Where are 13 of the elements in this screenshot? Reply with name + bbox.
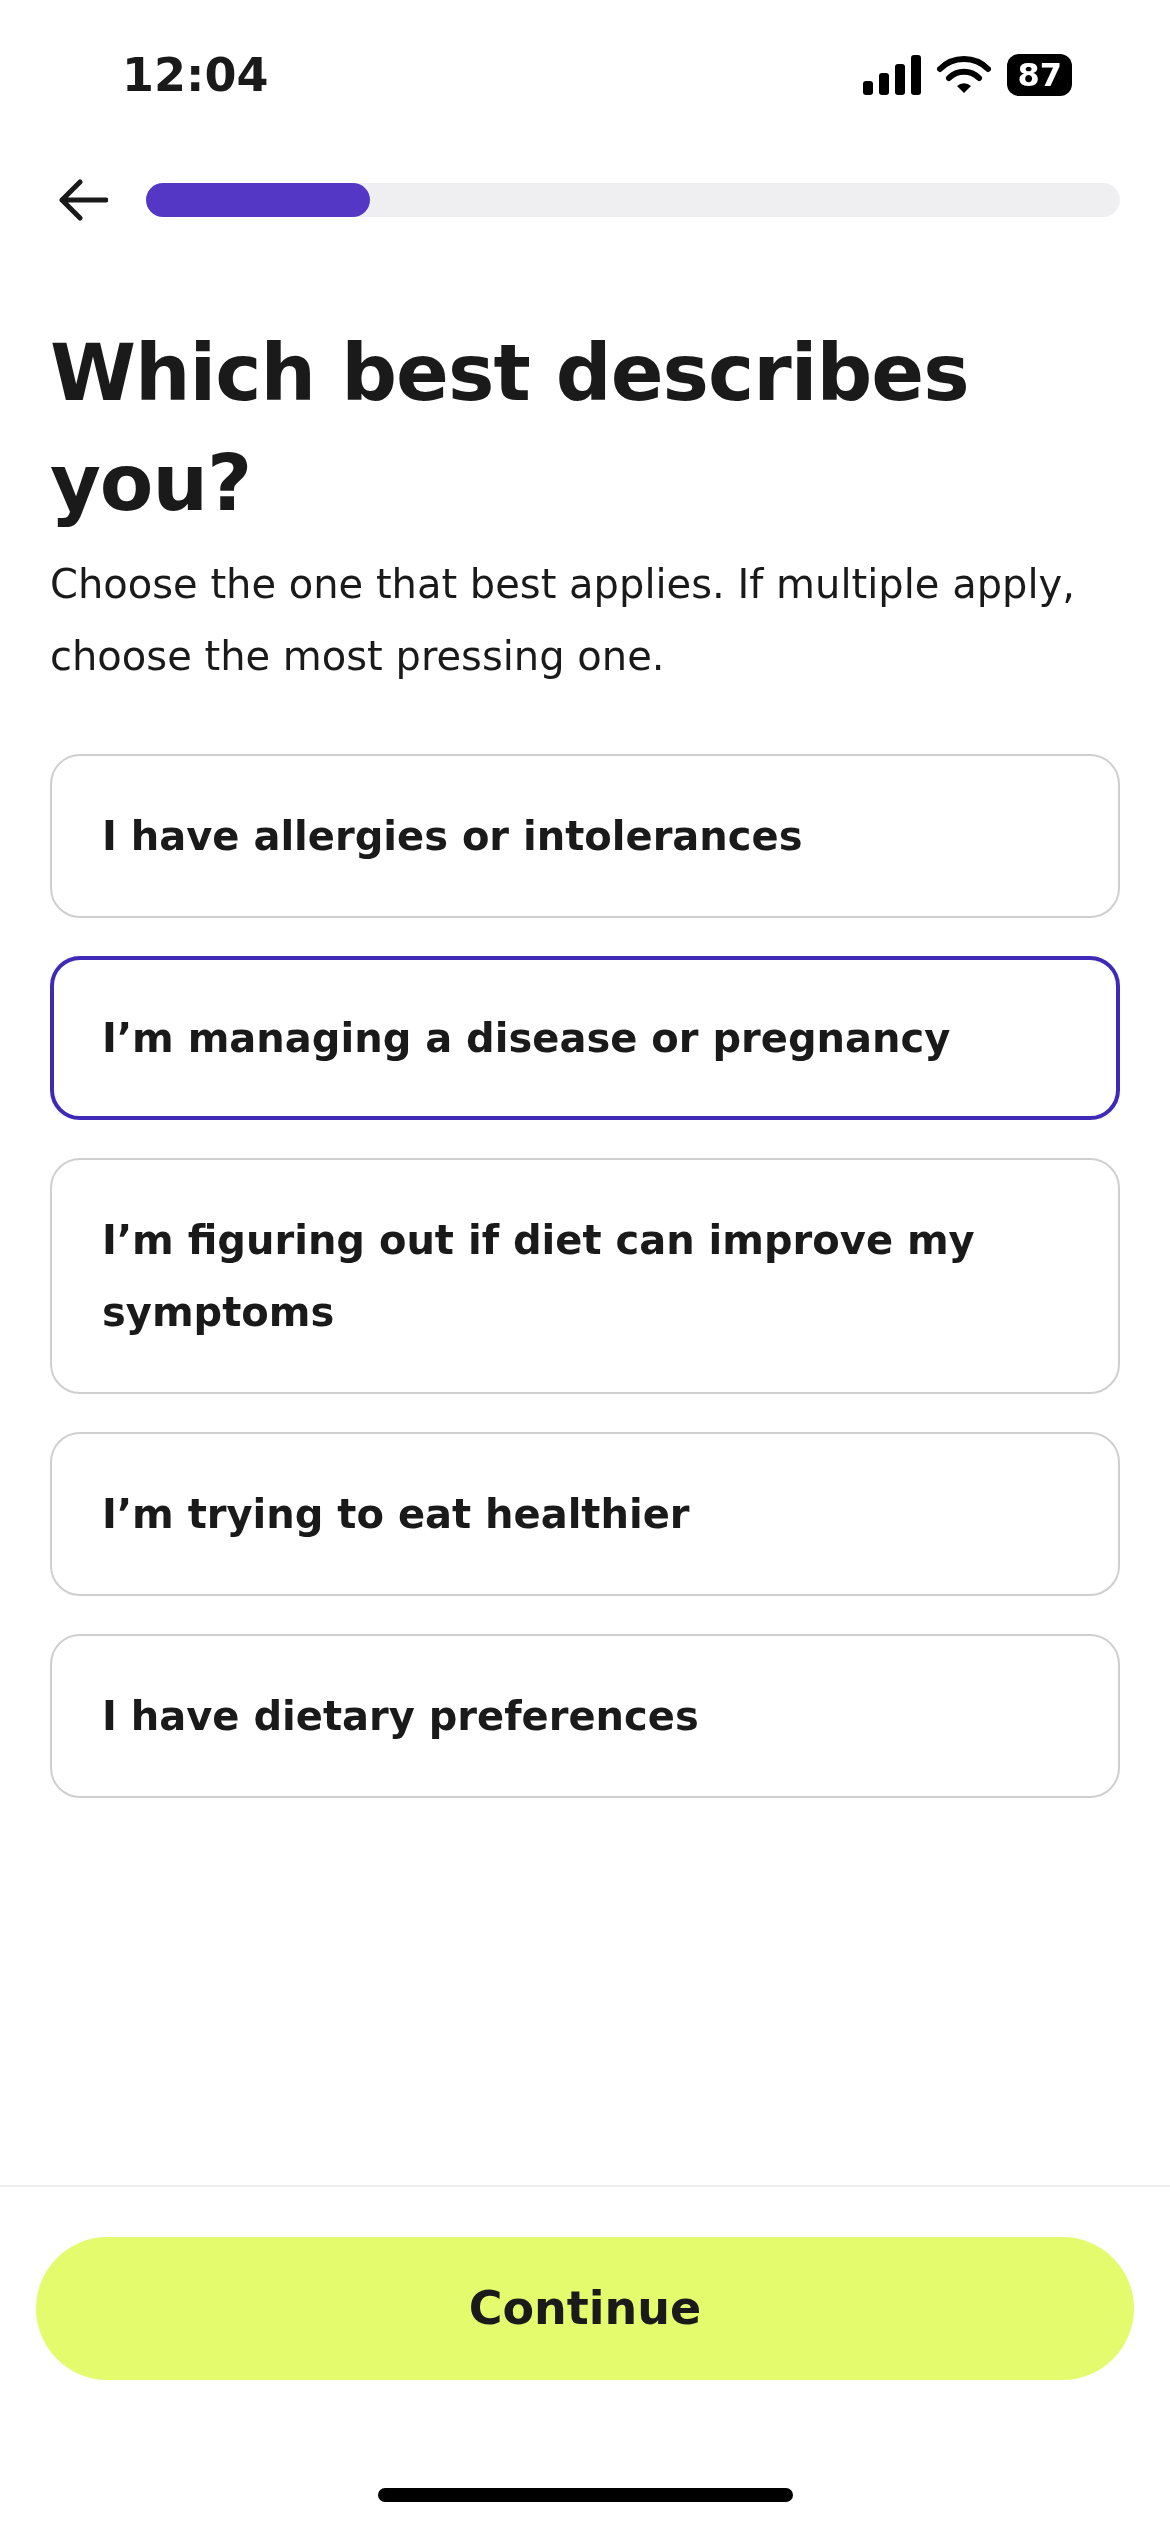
answer-option[interactable]: I’m trying to eat healthier xyxy=(50,1432,1120,1596)
question-subtitle: Choose the one that best applies. If multiple apply, choose the most pressing one. xyxy=(50,560,1076,681)
signal-icon xyxy=(863,55,922,95)
question-title: Which best describes you? xyxy=(50,327,970,530)
status-time: 12:04 xyxy=(122,46,269,104)
answer-option[interactable]: I have dietary preferences xyxy=(50,1634,1120,1798)
answer-option[interactable]: I’m figuring out if diet can improve my symptoms xyxy=(50,1158,1120,1394)
wifi-icon xyxy=(937,55,992,95)
back-button[interactable] xyxy=(58,178,108,222)
answer-option[interactable]: I’m managing a disease or pregnancy xyxy=(50,956,1120,1120)
battery-level: 87 xyxy=(1007,53,1072,97)
answer-option[interactable]: I have allergies or intolerances xyxy=(50,754,1120,918)
continue-button[interactable]: Continue xyxy=(36,2237,1134,2380)
